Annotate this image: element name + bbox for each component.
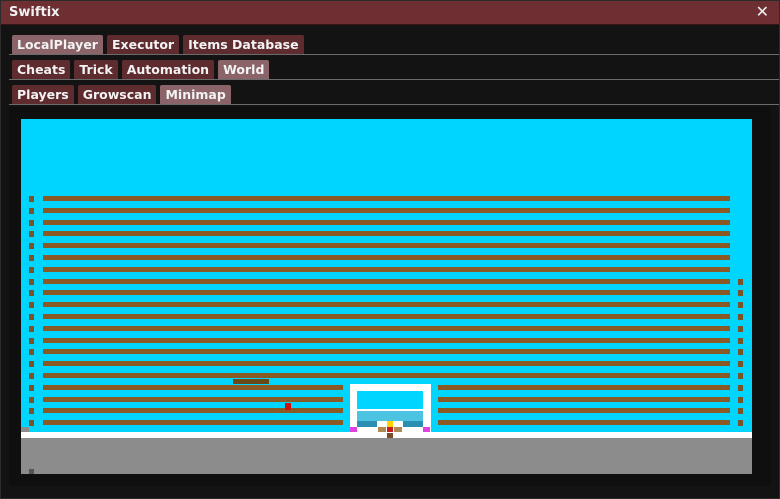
tab-minimap[interactable]: Minimap [160, 85, 231, 104]
dirt-row-left [43, 397, 343, 402]
dirt-row [43, 243, 730, 248]
dirt-row [43, 314, 730, 319]
bedrock [21, 438, 752, 474]
tab-cheats[interactable]: Cheats [12, 60, 71, 79]
wood-ledge [233, 379, 269, 384]
right-column-block [738, 408, 743, 414]
tab-world[interactable]: World [218, 60, 270, 79]
dirt-row [43, 361, 730, 366]
tab-divider-1 [9, 54, 779, 55]
player-marker [285, 403, 291, 410]
title-bar[interactable]: Swiftix ✕ [1, 1, 779, 25]
left-column-block [29, 338, 34, 344]
right-column-block [738, 279, 743, 285]
ground-left-edge [21, 427, 29, 432]
right-column-block [738, 338, 743, 344]
left-column-block [29, 243, 34, 249]
main-door-window [357, 391, 423, 409]
right-column-block [738, 397, 743, 403]
right-column-block [738, 420, 743, 426]
dirt-row-right [438, 408, 730, 413]
tab-automation[interactable]: Automation [121, 60, 215, 79]
left-column-block [29, 361, 34, 367]
dirt-row [43, 290, 730, 295]
close-icon[interactable]: ✕ [756, 3, 769, 21]
tab-executor[interactable]: Executor [106, 35, 180, 54]
right-column-block [738, 326, 743, 332]
dirt-row-right [438, 385, 730, 390]
dirt-row [43, 196, 730, 201]
left-column-block [29, 385, 34, 391]
dirt-row [43, 338, 730, 343]
tab-localplayer[interactable]: LocalPlayer [12, 35, 103, 54]
dirt-row-right [438, 397, 730, 402]
dirt-row-left [43, 408, 343, 413]
dirt-row [43, 302, 730, 307]
left-column-block [29, 267, 34, 273]
right-column-block [738, 361, 743, 367]
left-column-block [29, 397, 34, 403]
dirt-row-left [43, 420, 343, 425]
bedrock-marker [29, 469, 34, 474]
main-tab-bar: LocalPlayer Executor Items Database [12, 35, 308, 54]
dirt-row [43, 349, 730, 354]
sub-tab-bar: Cheats Trick Automation World [12, 60, 273, 79]
dirt-row [43, 220, 730, 225]
right-column-block [738, 349, 743, 355]
tab-growscan[interactable]: Growscan [77, 85, 157, 104]
left-column-block [29, 326, 34, 332]
dirt-row [43, 231, 730, 236]
left-column-block [29, 314, 34, 320]
minimap-canvas[interactable] [21, 119, 752, 474]
door-post [387, 433, 393, 438]
left-column-block [29, 420, 34, 426]
right-column-block [738, 290, 743, 296]
left-column-block [29, 279, 34, 285]
left-column-block [29, 408, 34, 414]
door-floor-left [357, 421, 377, 427]
dirt-row [43, 279, 730, 284]
left-column-block [29, 373, 34, 379]
left-column-block [29, 255, 34, 261]
window-title: Swiftix [9, 5, 60, 20]
door-floor-right [403, 421, 423, 427]
right-column-block [738, 385, 743, 391]
left-column-block [29, 302, 34, 308]
left-column-block [29, 196, 34, 202]
dirt-row [43, 326, 730, 331]
tab-trick[interactable]: Trick [74, 60, 118, 79]
world-tab-bar: Players Growscan Minimap [12, 85, 235, 104]
dirt-row [43, 373, 730, 378]
left-column-block [29, 208, 34, 214]
swiftix-window: Swiftix ✕ LocalPlayer Executor Items Datab… [0, 0, 780, 499]
dirt-row [43, 255, 730, 260]
right-column-block [738, 373, 743, 379]
dirt-row-left [43, 385, 343, 390]
tab-players[interactable]: Players [12, 85, 74, 104]
dirt-row [43, 267, 730, 272]
left-column-block [29, 349, 34, 355]
right-column-block [738, 302, 743, 308]
main-door-glass [357, 411, 423, 421]
left-column-block [29, 231, 34, 237]
left-column-block [29, 290, 34, 296]
right-column-block [738, 314, 743, 320]
tab-divider-3 [9, 104, 779, 105]
dirt-row-right [438, 420, 730, 425]
tab-items-database[interactable]: Items Database [183, 35, 304, 54]
tab-divider-2 [9, 79, 779, 80]
dirt-row [43, 208, 730, 213]
left-column-block [29, 220, 34, 226]
